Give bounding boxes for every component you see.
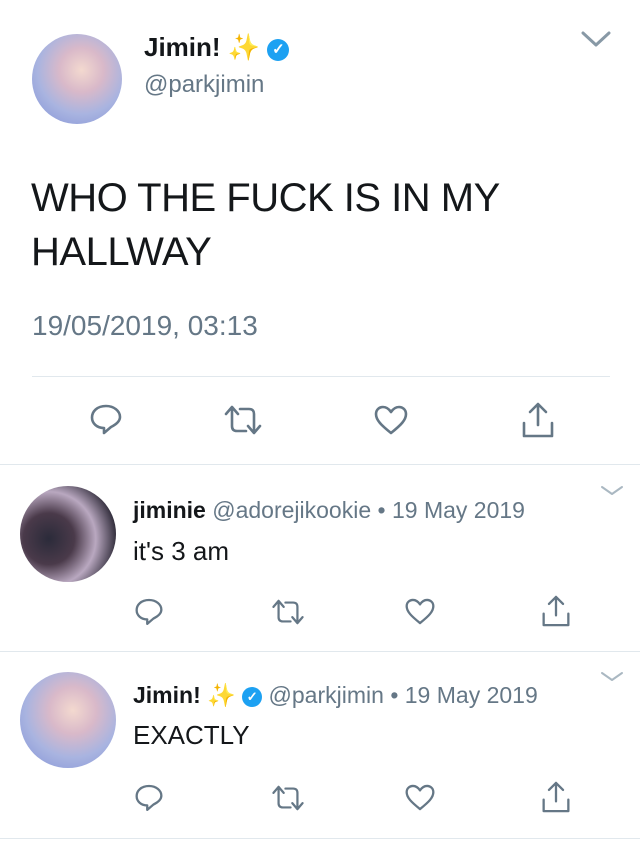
like-icon[interactable] xyxy=(404,597,436,626)
verified-icon: ✓ xyxy=(267,39,290,61)
main-tweet-timestamp[interactable]: 19/05/2019, 03:13 xyxy=(32,309,258,343)
chevron-down-icon[interactable] xyxy=(600,485,624,497)
reply-icon[interactable] xyxy=(134,597,164,626)
verified-icon: ✓ xyxy=(242,687,263,707)
divider xyxy=(32,376,610,377)
reply-header: jiminie @adorejikookie • 19 May 2019 xyxy=(133,496,525,524)
retweet-icon[interactable] xyxy=(270,784,306,812)
main-tweet-text: WHO THE FUCK IS IN MY HALLWAY xyxy=(31,171,500,279)
sparkles-emoji: ✨ xyxy=(207,682,236,708)
like-icon[interactable] xyxy=(404,783,436,812)
divider xyxy=(0,464,640,465)
reply-avatar[interactable] xyxy=(20,672,116,768)
reply-handle[interactable]: @adorejikookie xyxy=(212,497,371,523)
dot-separator: • xyxy=(390,682,399,708)
divider xyxy=(0,838,640,839)
divider xyxy=(0,651,640,652)
retweet-icon[interactable] xyxy=(270,598,306,626)
reply-date[interactable]: 19 May 2019 xyxy=(405,682,538,708)
share-icon[interactable] xyxy=(521,401,555,439)
retweet-icon[interactable] xyxy=(222,404,264,436)
chevron-down-icon[interactable] xyxy=(581,30,611,48)
chevron-down-icon[interactable] xyxy=(600,671,624,683)
share-icon[interactable] xyxy=(541,780,571,814)
reply-handle[interactable]: @parkjimin xyxy=(269,682,384,708)
reply-name[interactable]: jiminie xyxy=(133,497,206,523)
main-tweet-author[interactable]: Jimin! ✨ ✓ xyxy=(144,31,290,63)
main-tweet-text-line2: HALLWAY xyxy=(31,230,212,274)
main-tweet-text-line1: WHO THE FUCK IS IN MY xyxy=(31,176,500,220)
reply-icon[interactable] xyxy=(134,783,164,812)
reply-avatar[interactable] xyxy=(20,486,116,582)
main-tweet-handle[interactable]: @parkjimin xyxy=(144,71,264,99)
main-tweet-name: Jimin! xyxy=(144,32,221,62)
reply-icon[interactable] xyxy=(89,403,123,435)
sparkles-emoji: ✨ xyxy=(227,32,261,62)
reply-date[interactable]: 19 May 2019 xyxy=(392,497,525,523)
reply-text: EXACTLY xyxy=(133,720,250,750)
share-icon[interactable] xyxy=(541,594,571,628)
reply-text: it's 3 am xyxy=(133,536,229,566)
like-icon[interactable] xyxy=(373,404,409,436)
reply-name[interactable]: Jimin! xyxy=(133,682,201,708)
main-tweet-avatar[interactable] xyxy=(32,34,122,124)
reply-header: Jimin! ✨ ✓ @parkjimin • 19 May 2019 xyxy=(133,681,538,709)
dot-separator: • xyxy=(377,497,386,523)
